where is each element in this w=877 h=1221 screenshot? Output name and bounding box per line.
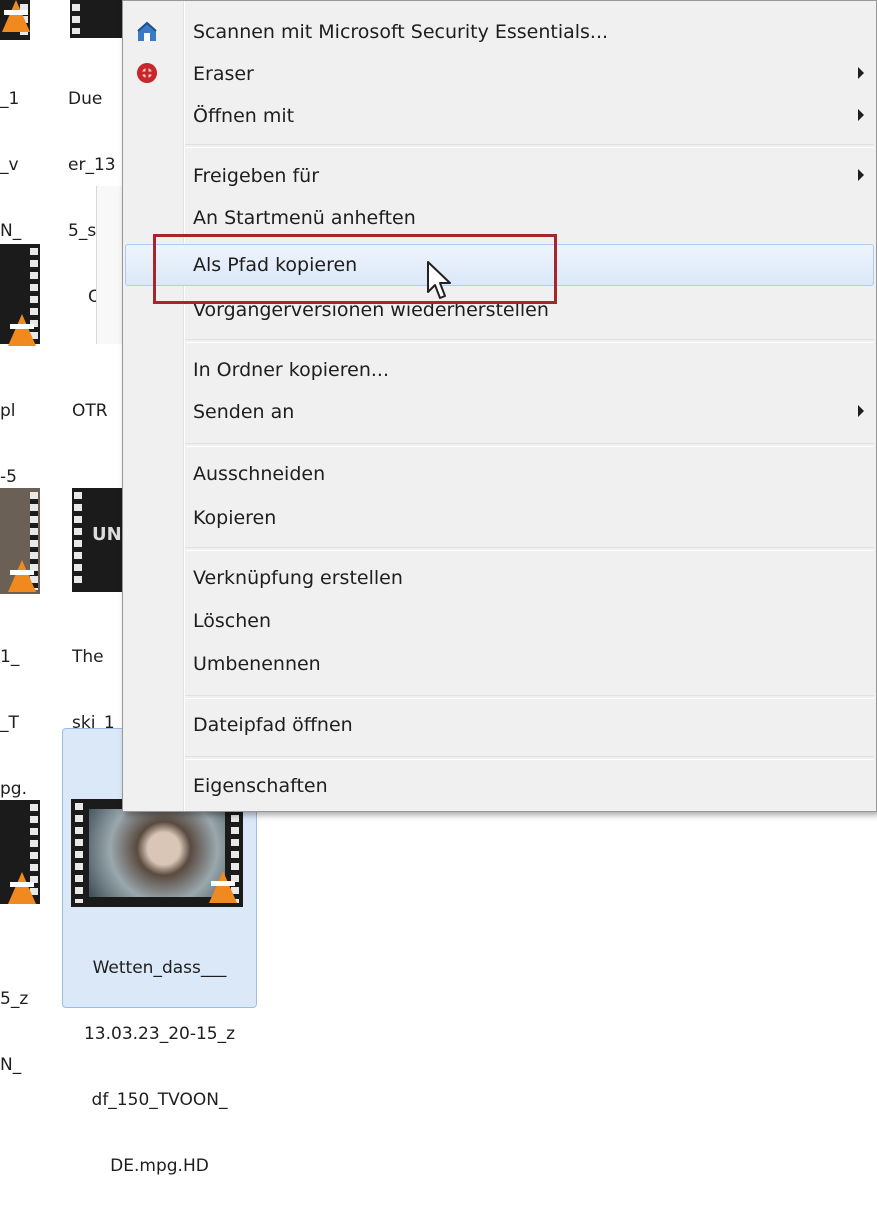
file-label-line: _v: [0, 155, 19, 175]
vlc-cone-icon: [209, 871, 237, 903]
file-label-line: N_: [0, 221, 22, 241]
submenu-arrow-icon: [858, 169, 864, 181]
menu-item-create-shortcut[interactable]: Verknüpfung erstellen: [125, 557, 874, 599]
menu-separator: [185, 339, 874, 343]
file-label-line: er_13: [68, 155, 116, 175]
document-thumbnail[interactable]: [96, 186, 123, 344]
menu-item-open-file-location[interactable]: Dateipfad öffnen: [125, 704, 874, 746]
file-label-line: 5_z: [0, 989, 29, 1009]
menu-item-label: Eigenschaften: [193, 775, 328, 797]
menu-item-label: An Startmenü anheften: [193, 207, 416, 229]
eraser-icon: [135, 61, 159, 85]
vlc-cone-icon: [8, 314, 36, 346]
menu-item-label: Dateipfad öffnen: [193, 714, 353, 736]
menu-item-label: Löschen: [193, 610, 271, 632]
mouse-pointer-icon: [427, 261, 451, 299]
file-label-line: -5: [0, 467, 17, 487]
menu-item-properties[interactable]: Eigenschaften: [125, 765, 874, 807]
file-label-line: OTR: [72, 401, 108, 421]
menu-separator: [185, 756, 874, 760]
menu-item-label: Öffnen mit: [193, 105, 295, 127]
menu-item-send-to[interactable]: Senden an: [125, 391, 874, 433]
menu-item-share-with[interactable]: Freigeben für: [125, 155, 874, 197]
menu-item-label: In Ordner kopieren...: [193, 359, 389, 381]
menu-separator: [185, 144, 874, 148]
menu-item-delete[interactable]: Löschen: [125, 600, 874, 642]
thumbnail-overlay-text: UN: [92, 524, 122, 545]
file-label[interactable]: OTR: [72, 356, 122, 444]
mse-shield-icon: [135, 19, 159, 43]
menu-item-label: Scannen mit Microsoft Security Essential…: [193, 21, 609, 43]
menu-separator: [185, 443, 874, 447]
menu-item-copy-to-folder[interactable]: In Ordner kopieren...: [125, 349, 874, 391]
file-label[interactable]: 5_z N_: [0, 944, 44, 1098]
submenu-arrow-icon: [858, 67, 864, 79]
menu-separator: [185, 547, 874, 551]
menu-item-eraser[interactable]: Eraser: [125, 53, 874, 95]
menu-item-label: Umbenennen: [193, 653, 321, 675]
selected-file-label: Wetten_dass___ 13.03.23_20-15_z df_150_T…: [63, 913, 256, 1221]
file-thumbnail[interactable]: [70, 0, 122, 38]
vlc-cone-icon: [2, 0, 30, 32]
menu-item-label: Verknüpfung erstellen: [193, 567, 403, 589]
menu-item-label: Kopieren: [193, 507, 277, 529]
menu-item-cut[interactable]: Ausschneiden: [125, 453, 874, 495]
file-label-line: Wetten_dass___: [92, 958, 227, 978]
vlc-cone-icon: [8, 872, 36, 904]
file-label-line: DE.mpg.HD: [110, 1156, 209, 1176]
file-label-line: _T: [0, 713, 19, 733]
file-label-line: _1: [0, 89, 20, 109]
menu-item-open-with[interactable]: Öffnen mit: [125, 95, 874, 137]
file-label-line: 13.03.23_20-15_z: [83, 1024, 236, 1044]
annotation-highlight-box: [153, 234, 557, 304]
file-label-line: pg.: [0, 779, 27, 799]
file-label-line: N_: [0, 1055, 22, 1075]
menu-item-label: Ausschneiden: [193, 463, 326, 485]
vlc-cone-icon: [8, 560, 36, 592]
file-thumbnail[interactable]: UN: [72, 488, 122, 592]
file-label-line: df_150_TVOON_: [91, 1090, 228, 1110]
context-menu: Scannen mit Microsoft Security Essential…: [122, 0, 877, 812]
menu-item-scan-mse[interactable]: Scannen mit Microsoft Security Essential…: [125, 11, 874, 53]
submenu-arrow-icon: [858, 109, 864, 121]
file-label-line: The: [72, 647, 104, 667]
file-label-line: pl: [0, 401, 16, 421]
menu-separator: [185, 695, 874, 699]
file-label[interactable]: _1 _v N_: [0, 44, 40, 264]
menu-item-pin-start[interactable]: An Startmenü anheften: [125, 197, 874, 239]
menu-item-label: Eraser: [193, 63, 254, 85]
file-label-line: Due: [68, 89, 103, 109]
menu-item-label: Senden an: [193, 401, 295, 423]
video-frame-image: [89, 809, 225, 897]
submenu-arrow-icon: [858, 405, 864, 417]
file-label-line: 1_: [0, 647, 20, 667]
menu-item-copy[interactable]: Kopieren: [125, 497, 874, 539]
menu-item-rename[interactable]: Umbenennen: [125, 643, 874, 685]
file-label[interactable]: 1_ _T pg.: [0, 602, 44, 822]
menu-item-label: Freigeben für: [193, 165, 320, 187]
